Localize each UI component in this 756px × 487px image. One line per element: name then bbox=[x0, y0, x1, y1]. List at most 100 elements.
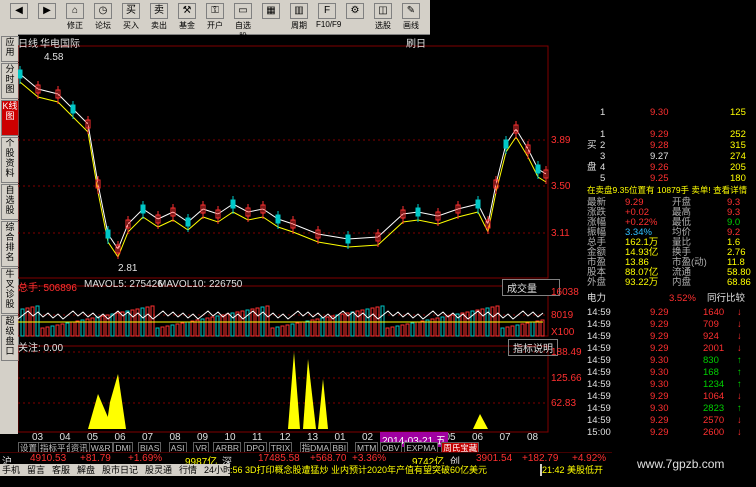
f10-icon: F bbox=[318, 3, 336, 19]
toolbar-button-bar[interactable]: ▥ 周期 bbox=[288, 3, 310, 31]
left-tab-3[interactable]: 个股资料 bbox=[1, 137, 19, 183]
volume-bar bbox=[385, 327, 390, 337]
volume-bar bbox=[210, 316, 215, 337]
price-high-label: 4.58 bbox=[44, 52, 64, 63]
tick-price: 9.29 bbox=[650, 415, 669, 426]
toolbar-button-hammer[interactable]: ⚒ 基金 bbox=[176, 3, 198, 31]
order-volume: 315 bbox=[730, 140, 746, 151]
toolbar-button-sell[interactable]: 卖卖出 bbox=[148, 3, 170, 31]
grid-icon: ▦ bbox=[262, 3, 280, 19]
chart-refresh-label[interactable]: 刷日 bbox=[406, 35, 426, 50]
stat-key: 内盘 bbox=[672, 277, 692, 288]
volume-bar bbox=[510, 325, 515, 337]
volume-bar bbox=[220, 314, 225, 337]
volume-bar bbox=[215, 315, 220, 337]
toolbar-button-buy[interactable]: 买买入 bbox=[120, 3, 142, 31]
volume-bar bbox=[450, 314, 455, 337]
toolbar-button-label: 基金 bbox=[179, 21, 195, 30]
volume-bar bbox=[280, 325, 285, 337]
news-ticker-right[interactable]: 21:42 美股低开 bbox=[542, 464, 612, 476]
industry-change: 3.52% bbox=[669, 293, 696, 304]
candle-body bbox=[140, 204, 146, 214]
taskbar-item-6[interactable]: 行情 bbox=[179, 464, 197, 476]
trade-tick-row: 14:59 9.30 1234 ↑ bbox=[585, 379, 756, 390]
volume-bar bbox=[410, 322, 415, 337]
volume-bar bbox=[290, 323, 295, 337]
news-ticker[interactable]: :56 3D打印概念股遭猛炒 业内预计2020年产值有望突破60亿美元 bbox=[230, 464, 540, 476]
left-tab-1[interactable]: 分时图 bbox=[1, 63, 19, 99]
sz-pct: +3.36% bbox=[352, 453, 387, 464]
volume-bar bbox=[495, 305, 500, 337]
order-level: 4 bbox=[600, 162, 606, 173]
back-icon: ◀ bbox=[10, 3, 28, 19]
volume-bar bbox=[390, 326, 395, 337]
left-tab-7[interactable]: 超级盘口 bbox=[1, 315, 19, 361]
left-tab-4[interactable]: 自选股 bbox=[1, 184, 19, 220]
taskbar-item-2[interactable]: 客服 bbox=[52, 464, 70, 476]
volume-bar bbox=[245, 309, 250, 337]
taskbar-item-3[interactable]: 解盘 bbox=[77, 464, 95, 476]
toolbar-button-house[interactable]: ⌂ 修正 bbox=[64, 3, 86, 31]
toolbar-button-grid[interactable]: ▦ bbox=[260, 3, 282, 20]
toolbar-button-pencil[interactable]: ✎ 画线 bbox=[400, 3, 422, 31]
industry-row: 电力 3.52% 同行比较 bbox=[585, 293, 756, 304]
toolbar-button-f10[interactable]: F F10/F9 bbox=[316, 3, 341, 29]
left-tab-5[interactable]: 综合排名 bbox=[1, 221, 19, 267]
volume-bar bbox=[165, 325, 170, 337]
tick-time: 14:59 bbox=[587, 403, 611, 414]
toolbar-button-key[interactable]: ⚿ 开户 bbox=[204, 3, 226, 31]
toolbar-button-clock[interactable]: ◷ 论坛 bbox=[92, 3, 114, 31]
volume-bar bbox=[55, 324, 60, 337]
taskbar-item-1[interactable]: 留言 bbox=[27, 464, 45, 476]
stat-key: 外盘 bbox=[587, 277, 607, 288]
chart-canvas[interactable] bbox=[17, 34, 578, 434]
cy-pct: +4.92% bbox=[572, 453, 607, 464]
down-arrow-icon: ↓ bbox=[737, 427, 742, 438]
kline-chart[interactable]: 日线 华电国际 刷日 4.58 2.81 3.89 3.50 3.11 总手: … bbox=[17, 34, 582, 447]
industry-name: 电力 bbox=[587, 293, 607, 304]
bar-icon: ▥ bbox=[290, 3, 308, 19]
taskbar-item-0[interactable]: 手机 bbox=[2, 464, 20, 476]
toolbar-button-forward[interactable]: ▶ bbox=[36, 3, 58, 20]
tick-time: 14:59 bbox=[587, 307, 611, 318]
volume-bar bbox=[465, 311, 470, 337]
up-arrow-icon: ↑ bbox=[737, 355, 742, 366]
sh-change: +81.79 bbox=[80, 453, 111, 464]
toolbar-button-back[interactable]: ◀ bbox=[8, 3, 30, 20]
volume-bar bbox=[95, 316, 100, 337]
volume-bar bbox=[325, 316, 330, 337]
peer-compare-link[interactable]: 同行比较 bbox=[707, 293, 745, 304]
price-scale-3: 3.11 bbox=[551, 228, 570, 239]
left-tab-0[interactable]: 应用 bbox=[1, 36, 19, 62]
volume-bar bbox=[110, 313, 115, 337]
sell-pressure-text: 在卖盘9.35位置有 10879手 卖单! 查看详情 bbox=[587, 185, 748, 195]
tick-volume: 168 bbox=[703, 367, 719, 378]
left-tab-2[interactable]: K线图 bbox=[1, 100, 19, 136]
chart-stock-name: 华电国际 bbox=[40, 39, 80, 50]
volume-bar bbox=[285, 324, 290, 337]
volume-scale-2: 8019 bbox=[551, 310, 574, 321]
sell-price: 9.30 bbox=[650, 107, 669, 118]
volume-bar bbox=[345, 312, 350, 337]
toolbar-button-label: 论坛 bbox=[95, 21, 111, 30]
candle-body bbox=[535, 164, 541, 174]
volume-bar bbox=[125, 310, 130, 337]
sell-order-row-1: 1 9.30 125 bbox=[585, 107, 756, 118]
volume-bar bbox=[60, 323, 65, 337]
sell-pressure-info: 在卖盘9.35位置有 10879手 卖单! 查看详情 bbox=[585, 185, 756, 196]
price-ma-line bbox=[19, 73, 547, 251]
tick-volume: 1234 bbox=[703, 379, 725, 390]
sell-volume: 125 bbox=[730, 107, 746, 118]
volume-bar bbox=[100, 315, 105, 337]
indicator-scale-2: 125.66 bbox=[551, 373, 582, 384]
order-price: 9.27 bbox=[650, 151, 669, 162]
toolbar-button-gear[interactable]: ⚙ bbox=[344, 3, 366, 20]
toolbar-button-chart[interactable]: ◫ 选股 bbox=[372, 3, 394, 31]
volume-bar bbox=[535, 320, 540, 337]
trade-tick-row: 14:59 9.29 924 ↓ bbox=[585, 331, 756, 342]
taskbar-item-5[interactable]: 股灵通 bbox=[145, 464, 172, 476]
trade-tick-row: 14:59 9.30 830 ↑ bbox=[585, 355, 756, 366]
left-tab-6[interactable]: 牛叉诊股 bbox=[1, 268, 19, 314]
volume-bar bbox=[180, 322, 185, 337]
taskbar-item-4[interactable]: 股市日记 bbox=[102, 464, 138, 476]
